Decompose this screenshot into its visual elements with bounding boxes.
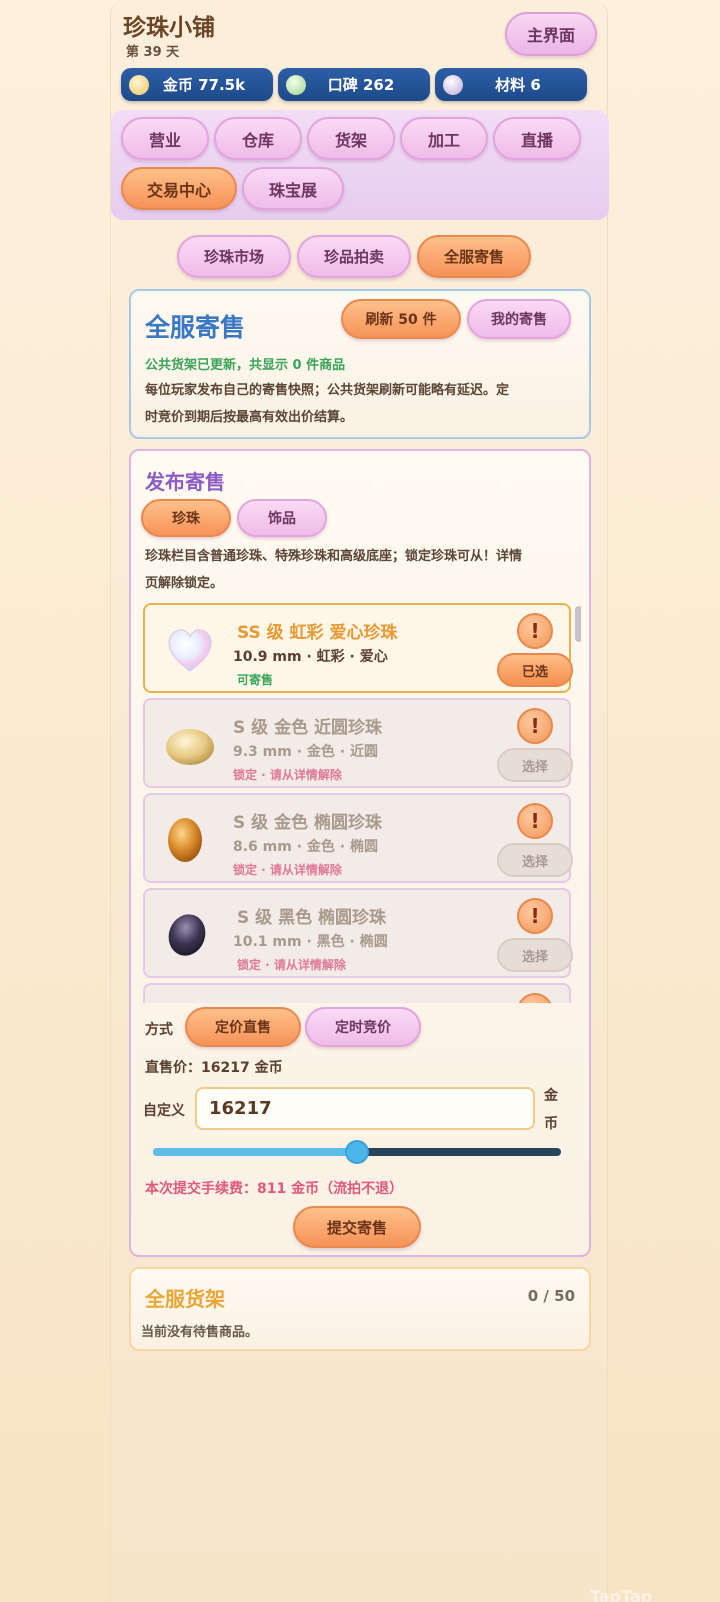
- tab-livestream[interactable]: 直播: [493, 117, 581, 160]
- list-item[interactable]: S 级 黑色 椭圆珍珠 10.1 mm · 黑色 · 椭圆 锁定 · 请从详情解…: [143, 888, 573, 978]
- list-item[interactable]: S 级 金色 椭圆珍珠 8.6 mm · 金色 · 椭圆 锁定 · 请从详情解除…: [143, 793, 573, 883]
- price-slider-fill: [153, 1148, 357, 1156]
- consign-title: 全服寄售: [145, 313, 246, 342]
- item-name: S 级 金色 近圆珍珠: [233, 718, 382, 738]
- tab-processing[interactable]: 加工: [400, 117, 488, 160]
- refresh-button[interactable]: 刷新 50 件: [341, 299, 461, 339]
- warning-icon[interactable]: !: [517, 708, 553, 744]
- reputation-stat: 口碑 262: [278, 68, 430, 101]
- publish-card: 发布寄售 珍珠 饰品 珍珠栏目含普通珍珠、特殊珍珠和高级底座；锁定珍珠可从！详情…: [129, 449, 591, 1257]
- item-status: 可寄售: [237, 673, 274, 687]
- reputation-icon: [286, 74, 306, 95]
- fee-text: 本次提交手续费：811 金币（流拍不退）: [145, 1181, 404, 1197]
- unit-label-2: 币: [544, 1116, 558, 1132]
- item-status: 锁定 · 请从详情解除: [233, 863, 342, 877]
- warning-icon[interactable]: !: [517, 613, 553, 649]
- select-button[interactable]: 选择: [497, 843, 573, 877]
- tab-jewelry-show[interactable]: 珠宝展: [242, 167, 344, 210]
- shelf-status-text: 公共货架已更新，共显示 0 件商品: [145, 358, 346, 373]
- consign-desc-line2: 时竞价到期后按最高有效出价结算。: [145, 410, 354, 425]
- item-status: 锁定 · 请从详情解除: [237, 958, 346, 972]
- category-pearl-tab[interactable]: 珍珠: [141, 499, 231, 537]
- shop-title: 珍珠小铺: [123, 15, 215, 41]
- select-button[interactable]: 选择: [497, 938, 573, 972]
- tab-business[interactable]: 营业: [121, 117, 209, 160]
- publish-desc-line2: 页解除锁定。: [145, 576, 224, 591]
- list-scrollbar[interactable]: [575, 606, 581, 642]
- day-counter: 第 39 天: [126, 45, 180, 60]
- list-item[interactable]: !: [143, 983, 571, 1003]
- warning-icon[interactable]: !: [517, 898, 553, 934]
- custom-price-input[interactable]: 16217: [195, 1087, 535, 1130]
- item-name: SS 级 虹彩 爱心珍珠: [237, 623, 398, 643]
- publish-title: 发布寄售: [145, 470, 225, 494]
- price-slider-thumb[interactable]: [345, 1140, 369, 1164]
- watermark: TapTap: [590, 1587, 653, 1602]
- auction-button[interactable]: 定时竞价: [305, 1007, 421, 1047]
- main-nav: 营业 仓库 货架 加工 直播 交易中心 珠宝展: [111, 110, 609, 220]
- coins-stat: 金币 77.5k: [121, 68, 273, 101]
- warning-icon[interactable]: !: [517, 993, 553, 1003]
- tab-warehouse[interactable]: 仓库: [214, 117, 302, 160]
- direct-price-text: 直售价：16217 金币: [145, 1060, 283, 1076]
- submit-button[interactable]: 提交寄售: [293, 1206, 421, 1248]
- consign-info-card: 全服寄售 刷新 50 件 我的寄售 公共货架已更新，共显示 0 件商品 每位玩家…: [129, 289, 591, 439]
- custom-label: 自定义: [143, 1103, 185, 1119]
- item-spec: 8.6 mm · 金色 · 椭圆: [233, 839, 378, 855]
- gold-round-pearl-icon: [166, 729, 214, 765]
- shelf-title: 全服货架: [145, 1287, 225, 1311]
- tab-shelf[interactable]: 货架: [307, 117, 395, 160]
- subtab-auction[interactable]: 珍品拍卖: [297, 235, 411, 278]
- consign-desc-line1: 每位玩家发布自己的寄售快照；公共货架刷新可能略有延迟。定: [145, 383, 510, 398]
- publish-desc-line1: 珍珠栏目含普通珍珠、特殊珍珠和高级底座；锁定珍珠可从！详情: [145, 549, 523, 564]
- item-spec: 10.9 mm · 虹彩 · 爱心: [233, 649, 388, 665]
- item-name: S 级 黑色 椭圆珍珠: [237, 908, 386, 928]
- app-panel: 珍珠小铺 第 39 天 主界面 金币 77.5k 口碑 262 材料 6 营业 …: [110, 0, 609, 1602]
- coin-icon: [129, 74, 149, 95]
- item-status: 锁定 · 请从详情解除: [233, 768, 342, 782]
- item-spec: 10.1 mm · 黑色 · 椭圆: [233, 934, 388, 950]
- item-spec: 9.3 mm · 金色 · 近圆: [233, 744, 378, 760]
- list-item[interactable]: S 级 金色 近圆珍珠 9.3 mm · 金色 · 近圆 锁定 · 请从详情解除…: [143, 698, 573, 788]
- selected-button[interactable]: 已选: [497, 653, 573, 687]
- pearl-list[interactable]: SS 级 虹彩 爱心珍珠 10.9 mm · 虹彩 · 爱心 可寄售 ! 已选 …: [141, 603, 581, 1003]
- fixed-price-button[interactable]: 定价直售: [185, 1007, 301, 1047]
- shelf-count: 0 / 50: [527, 1287, 575, 1305]
- select-button[interactable]: 选择: [497, 748, 573, 782]
- black-oval-pearl-icon: [168, 914, 206, 956]
- list-item[interactable]: SS 级 虹彩 爱心珍珠 10.9 mm · 虹彩 · 爱心 可寄售 ! 已选: [143, 603, 573, 693]
- item-name: S 级 金色 椭圆珍珠: [233, 813, 382, 833]
- warning-icon[interactable]: !: [517, 803, 553, 839]
- heart-pearl-icon: [168, 629, 212, 672]
- server-shelf-card: 全服货架 0 / 50 当前没有待售商品。: [129, 1267, 591, 1351]
- subtab-server-consign[interactable]: 全服寄售: [417, 235, 531, 278]
- shelf-empty-text: 当前没有待售商品。: [141, 1325, 259, 1340]
- reputation-value: 口碑 262: [327, 76, 395, 94]
- tab-trading-center[interactable]: 交易中心: [121, 167, 237, 210]
- materials-value: 材料 6: [495, 76, 541, 94]
- mode-label: 方式: [145, 1022, 173, 1038]
- main-menu-button[interactable]: 主界面: [505, 12, 597, 56]
- my-consign-button[interactable]: 我的寄售: [467, 299, 571, 339]
- coins-value: 金币 77.5k: [162, 76, 246, 94]
- category-accessory-tab[interactable]: 饰品: [237, 499, 327, 537]
- materials-stat: 材料 6: [435, 68, 587, 101]
- unit-label-1: 金: [544, 1088, 558, 1104]
- materials-icon: [443, 74, 463, 95]
- gold-oval-pearl-icon: [168, 818, 202, 862]
- subtab-pearl-market[interactable]: 珍珠市场: [177, 235, 291, 278]
